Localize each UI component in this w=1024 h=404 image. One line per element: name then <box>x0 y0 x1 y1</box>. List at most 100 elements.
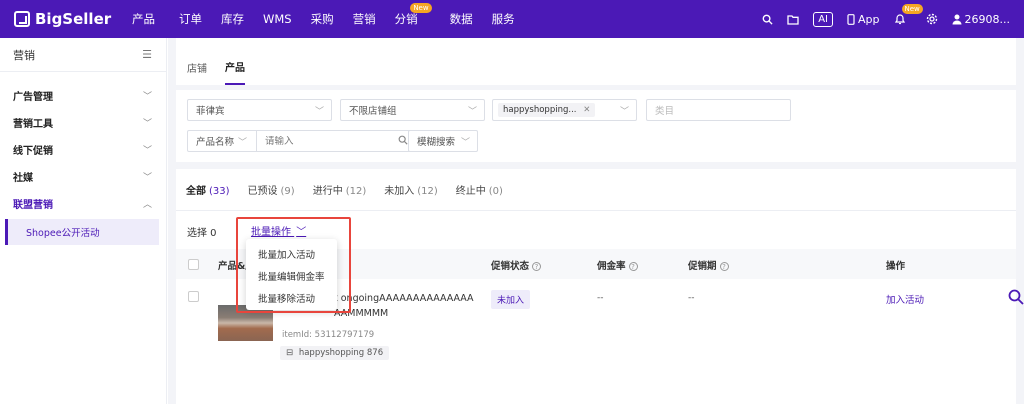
site-value: 菲律宾 <box>196 106 225 117</box>
new-badge: New <box>410 3 432 13</box>
chevron-down-icon: ﹀ <box>467 107 477 117</box>
nav-data[interactable]: 数据 <box>450 11 473 27</box>
help-icon[interactable]: ? <box>532 262 542 271</box>
search-icon[interactable] <box>398 135 408 148</box>
app-download[interactable]: App <box>847 13 880 26</box>
status-tab-not-joined[interactable]: 未加入 (12) <box>384 182 438 197</box>
sidebar: 营销 ☰ 广告管理 ﹀ 营销工具 ﹀ 线下促销 ﹀ 社媒 ﹀ 联盟营销 ︿ Sh… <box>0 38 167 404</box>
help-icon[interactable]: ? <box>719 262 729 271</box>
sidebar-item-offline-promo[interactable]: 线下促销 ﹀ <box>0 136 166 163</box>
tab-count: (12) <box>345 186 367 197</box>
item-id: itemId: 53112797179 <box>282 330 375 340</box>
sidebar-title: 营销 <box>13 48 35 62</box>
remove-chip-icon[interactable]: ✕ <box>583 105 590 115</box>
status-tab-terminating[interactable]: 终止中 (0) <box>456 182 503 197</box>
join-campaign-link[interactable]: 加入活动 <box>886 292 924 306</box>
nav-orders[interactable]: 订单 <box>179 11 202 27</box>
shop-group-value: 不限店铺组 <box>349 106 397 117</box>
tab-label: 进行中 <box>312 186 343 197</box>
nav-distribution-label: 分销 <box>394 12 418 26</box>
nav-purchase[interactable]: 采购 <box>311 11 334 27</box>
chevron-down-icon: ﹀ <box>142 146 152 156</box>
sidebar-item-social[interactable]: 社媒 ﹀ <box>0 163 166 190</box>
search-icon[interactable] <box>1008 289 1024 305</box>
top-right-tools: AI App New 26908... <box>762 0 1024 38</box>
nav-wms[interactable]: WMS <box>263 12 292 26</box>
tab-count: (0) <box>488 186 503 197</box>
notification-new-badge: New <box>901 4 923 14</box>
chevron-down-icon: ﹀ <box>460 138 470 148</box>
user-menu[interactable]: 26908... <box>952 13 1010 26</box>
select-all-checkbox[interactable] <box>188 259 199 270</box>
tab-count: (33) <box>209 186 230 197</box>
sidebar-item-ads[interactable]: 广告管理 ﹀ <box>0 82 166 109</box>
filter-panel: 菲律宾 ﹀ 不限店铺组 ﹀ happyshopping... ✕ ﹀ 类目 产品… <box>176 90 1016 162</box>
status-tab-all[interactable]: 全部 (33) <box>186 182 230 197</box>
status-badge: 未加入 <box>491 290 531 309</box>
chevron-up-icon: ︿ <box>142 200 152 210</box>
product-name-line: AAMMMMM <box>334 308 389 319</box>
column-label: 促销状态 <box>491 261 530 272</box>
fuzzy-search-label: 模糊搜索 <box>417 137 456 148</box>
product-name-line: t ongoingAAAAAAAAAAAAAA <box>334 293 474 304</box>
tab-shop[interactable]: 店铺 <box>187 49 207 85</box>
nav-products[interactable]: 产品 <box>132 11 155 27</box>
tab-label: 已预设 <box>247 186 278 197</box>
sidebar-subitem-shopee-open-campaign[interactable]: Shopee公开活动 <box>5 219 159 245</box>
user-name: 26908... <box>964 12 1010 26</box>
product-name[interactable]: t ongoingAAAAAAAAAAAAAA AAMMMMM <box>334 291 474 321</box>
chevron-down-icon: ﹀ <box>142 92 152 102</box>
tab-count: (9) <box>280 186 295 197</box>
sidebar-item-marketing-tools[interactable]: 营销工具 ﹀ <box>0 109 166 136</box>
store-icon: ⊟ <box>286 348 294 358</box>
folder-icon[interactable] <box>787 14 799 25</box>
sidebar-item-label: 社媒 <box>13 173 33 184</box>
nav-distribution[interactable]: 分销 New <box>394 3 432 27</box>
sidebar-item-label: 线下促销 <box>13 146 53 157</box>
nav-inventory[interactable]: 库存 <box>221 11 244 27</box>
row-checkbox[interactable] <box>188 291 199 302</box>
tab-label: 终止中 <box>455 186 486 197</box>
shop-name: happyshopping 876 <box>298 348 384 358</box>
chevron-down-icon: ﹀ <box>238 137 248 148</box>
site-select[interactable]: 菲律宾 ﹀ <box>187 99 332 121</box>
shop-group-select[interactable]: 不限店铺组 ﹀ <box>340 99 485 121</box>
period-value: -- <box>688 293 695 303</box>
phone-icon <box>847 13 855 25</box>
column-label: 佣金率 <box>597 261 626 272</box>
chevron-down-icon: ﹀ <box>142 119 152 129</box>
highlight-box <box>236 217 351 313</box>
bigseller-logo[interactable]: BigSeller <box>14 10 122 28</box>
logo-icon <box>14 11 30 27</box>
status-tabs: 全部 (33) 已预设 (9) 进行中 (12) 未加入 (12) 终止中 (0) <box>186 182 521 197</box>
fuzzy-search-select[interactable]: 模糊搜索 ﹀ <box>408 130 478 152</box>
status-tab-ongoing[interactable]: 进行中 (12) <box>313 182 367 197</box>
app-label: App <box>858 12 880 26</box>
gear-icon[interactable] <box>926 13 938 25</box>
logo-text: BigSeller <box>35 10 112 28</box>
column-label: 促销期 <box>688 261 717 272</box>
shop-select[interactable]: happyshopping... ✕ ﹀ <box>492 99 637 121</box>
tab-label: 全部 <box>186 186 206 197</box>
product-name-label: 产品名称 <box>196 137 235 148</box>
chevron-down-icon: ﹀ <box>619 107 629 117</box>
status-tab-preset[interactable]: 已预设 (9) <box>248 182 295 197</box>
shop-chip-label: happyshopping... <box>503 105 577 115</box>
product-name-type-select[interactable]: 产品名称 ﹀ <box>188 131 257 151</box>
search-input[interactable] <box>265 135 385 147</box>
column-commission: 佣金率? <box>597 258 638 272</box>
category-select[interactable]: 类目 <box>646 99 791 121</box>
nav-services[interactable]: 服务 <box>492 11 515 27</box>
chevron-down-icon: ﹀ <box>314 107 324 117</box>
search-icon[interactable] <box>762 14 773 25</box>
collapse-sidebar-icon[interactable]: ☰ <box>142 48 152 61</box>
top-navigation-bar: BigSeller 产品 订单 库存 WMS 采购 营销 分销 New 数据 服… <box>0 0 1024 38</box>
ai-button[interactable]: AI <box>813 11 834 27</box>
help-icon[interactable]: ? <box>628 262 638 271</box>
column-action: 操作 <box>886 261 906 272</box>
tab-count: (12) <box>417 186 438 197</box>
notification-icon[interactable]: New <box>894 4 923 25</box>
tab-product[interactable]: 产品 <box>225 49 245 85</box>
nav-marketing[interactable]: 营销 <box>353 11 376 27</box>
sidebar-item-affiliate[interactable]: 联盟营销 ︿ <box>0 190 166 217</box>
